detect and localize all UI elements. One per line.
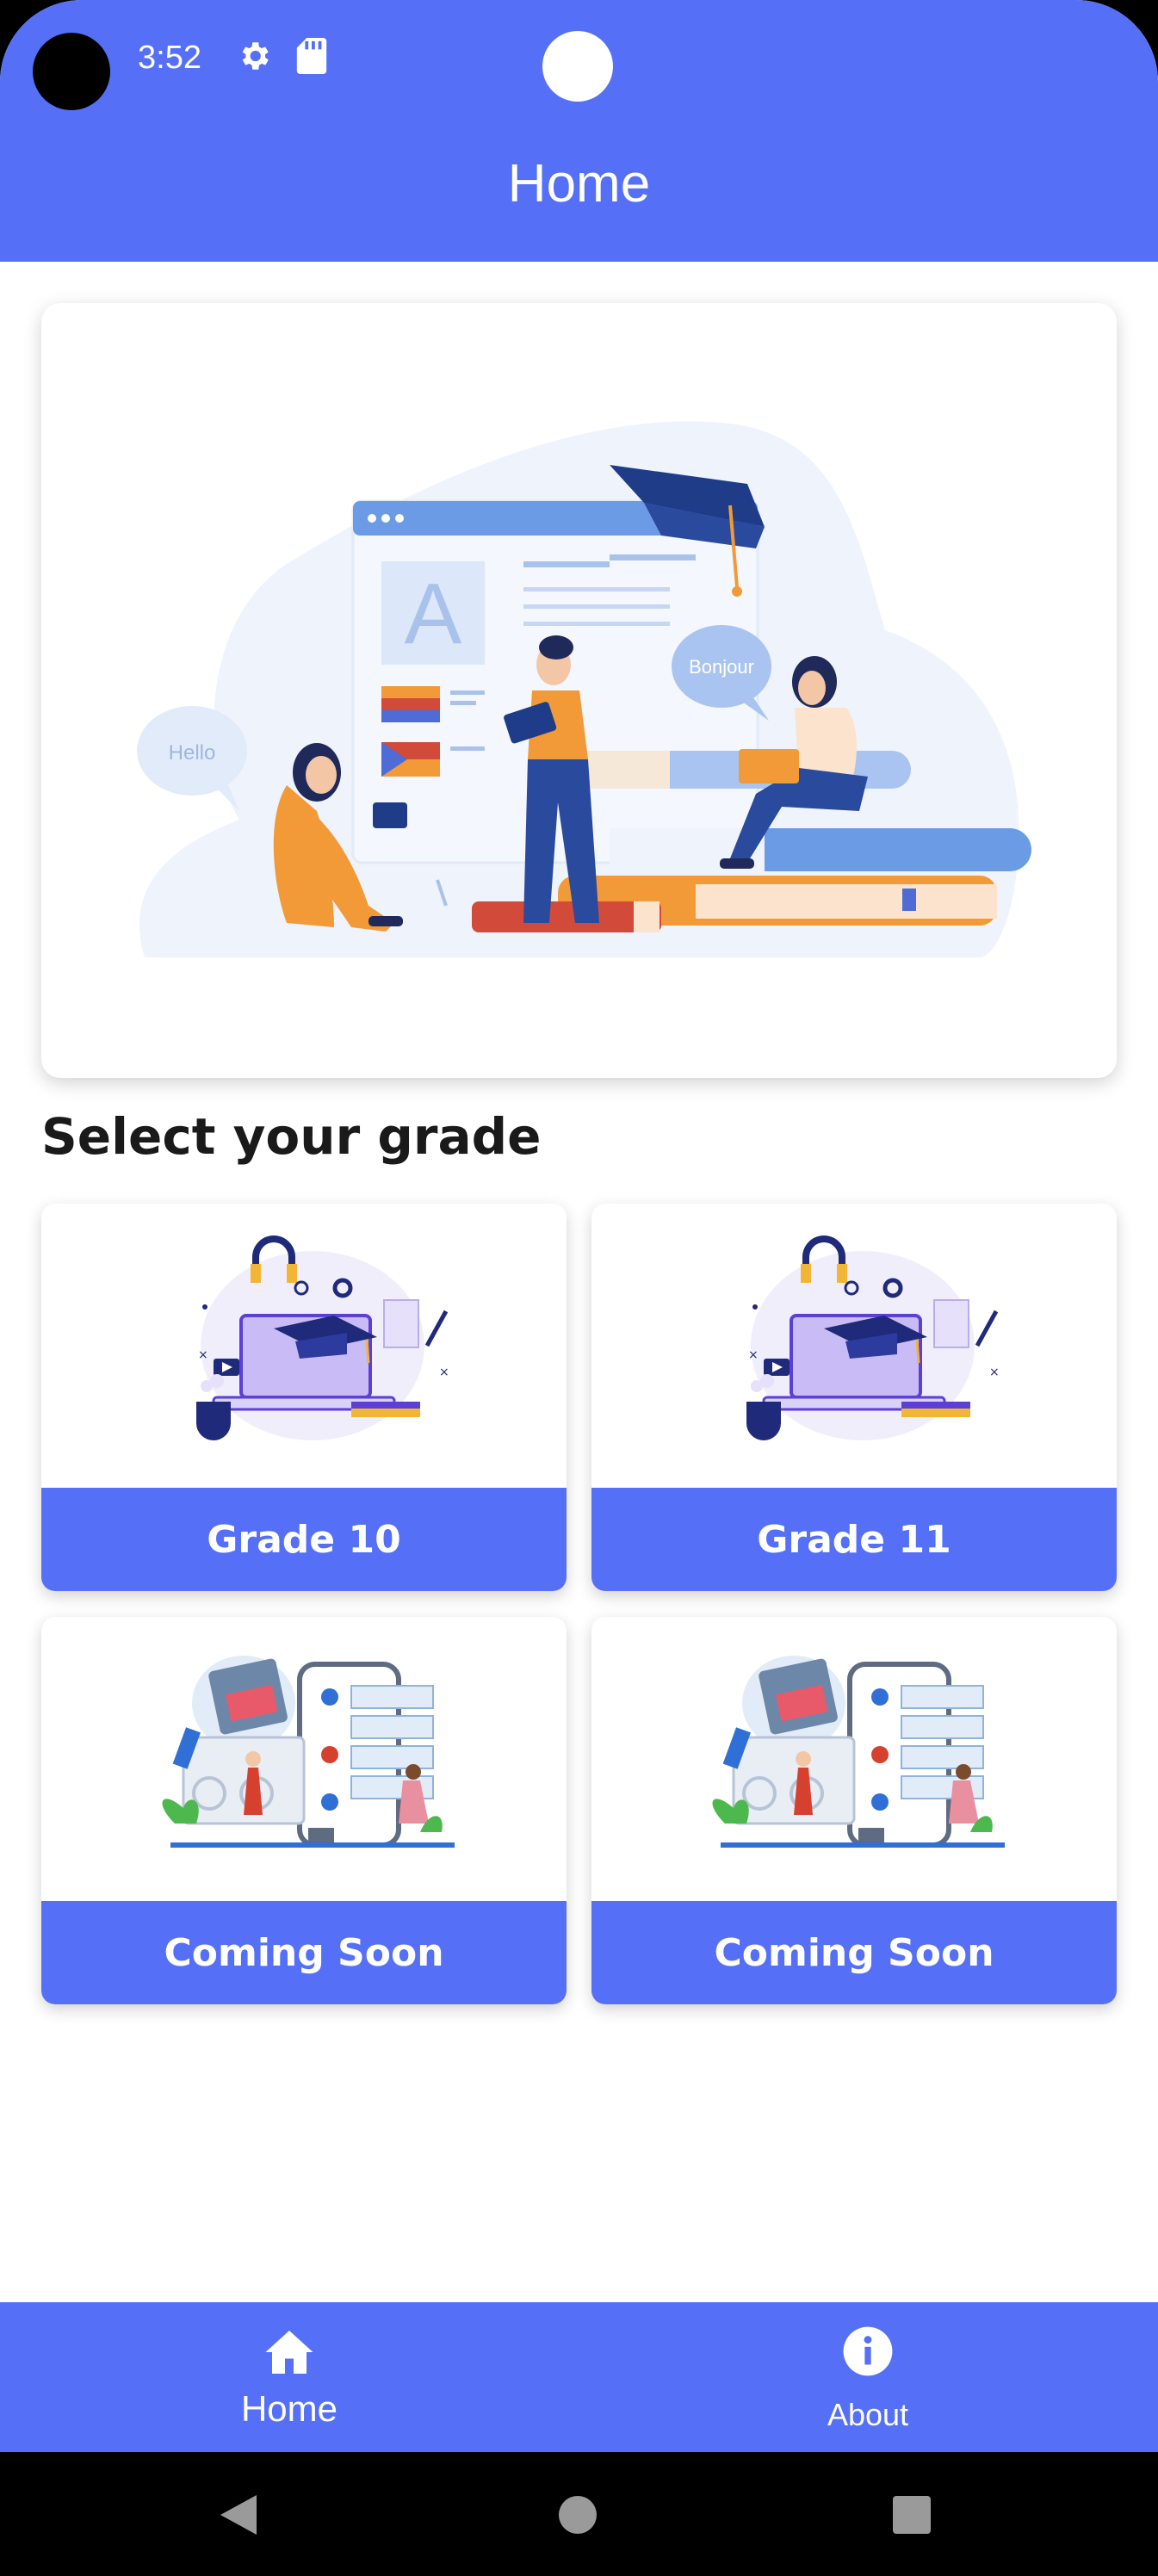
hello-bubble: Hello <box>137 706 247 811</box>
online-learning-illustration: × × <box>591 1204 1117 1488</box>
svg-text:×: × <box>439 1365 449 1379</box>
nav-label-about: About <box>827 2397 909 2432</box>
home-circle-icon[interactable] <box>558 2495 598 2535</box>
coming-soon-label: Coming Soon <box>41 1901 567 2004</box>
board-letter: A <box>405 566 462 662</box>
page-title: Home <box>507 154 651 214</box>
nav-item-about[interactable]: About <box>579 2302 1157 2452</box>
front-camera <box>33 33 110 110</box>
section-title: Select your grade <box>41 1107 542 1166</box>
app-screen: 3:52 Home A Hello Bonjour Select your gr… <box>0 0 1158 2576</box>
grade-card-10[interactable]: × × Grade 10 <box>41 1204 567 1591</box>
students-illustration: A Hello Bonjour <box>137 421 1031 957</box>
bonjour-text: Bonjour <box>689 656 754 678</box>
svg-text:×: × <box>198 1348 208 1362</box>
grade-card-11[interactable]: × × Grade 11 <box>591 1204 1117 1591</box>
notch-indicator <box>542 31 613 102</box>
mobile-app-illustration <box>591 1617 1117 1901</box>
home-icon <box>265 2331 313 2374</box>
grade-label: Grade 11 <box>591 1488 1117 1591</box>
status-time: 3:52 <box>138 40 201 76</box>
coming-soon-card[interactable]: Coming Soon <box>591 1617 1117 2004</box>
coming-soon-label: Coming Soon <box>591 1901 1117 2004</box>
system-navigation-bar <box>0 2452 1158 2576</box>
nav-item-home[interactable]: Home <box>0 2302 579 2452</box>
hello-text: Hello <box>169 741 216 765</box>
online-learning-illustration: × × <box>41 1204 567 1488</box>
back-icon[interactable] <box>219 2493 258 2536</box>
svg-text:×: × <box>748 1348 759 1362</box>
mobile-app-illustration <box>41 1617 567 1901</box>
coming-soon-card[interactable]: Coming Soon <box>41 1617 567 2004</box>
gear-icon <box>242 42 269 70</box>
recents-icon[interactable] <box>892 2495 932 2535</box>
sd-card-icon <box>296 38 327 74</box>
grade-label: Grade 10 <box>41 1488 567 1591</box>
info-icon <box>843 2326 893 2376</box>
hero-card: A Hello Bonjour <box>41 303 1117 1078</box>
svg-text:×: × <box>989 1365 1000 1379</box>
app-bar: 3:52 Home <box>0 0 1158 262</box>
nav-label-home: Home <box>240 2388 338 2429</box>
bottom-navigation: Home About <box>0 2302 1158 2452</box>
